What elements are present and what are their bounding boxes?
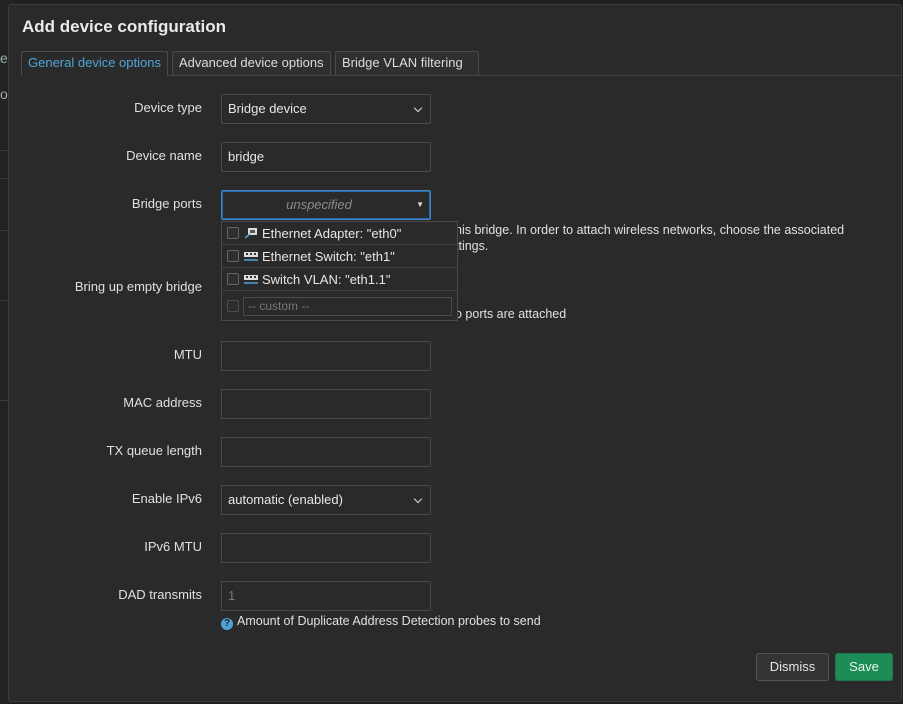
enable-ipv6-value: automatic (enabled) <box>228 492 343 507</box>
dad-transmits-help-text: Amount of Duplicate Address Detection pr… <box>237 614 541 628</box>
dad-transmits-placeholder: 1 <box>228 588 236 603</box>
option-checkbox[interactable] <box>227 250 239 262</box>
enable-ipv6-select[interactable]: automatic (enabled) <box>221 485 431 515</box>
tab-bridge-vlan-filtering[interactable]: Bridge VLAN filtering <box>335 51 479 75</box>
option-checkbox[interactable] <box>227 227 239 239</box>
bridge-ports-dropdown-list: Ethernet Adapter: "eth0" Ethernet Switch… <box>221 221 458 321</box>
mtu-input[interactable] <box>221 341 431 371</box>
dad-transmits-help: ? Amount of Duplicate Address Detection p… <box>221 613 541 630</box>
device-name-input[interactable]: bridge <box>221 142 431 172</box>
mac-address-label: MAC address <box>123 395 202 410</box>
device-type-select[interactable]: Bridge device <box>221 94 431 124</box>
dismiss-button[interactable]: Dismiss <box>756 653 829 681</box>
ethernet-switch-icon <box>244 252 258 261</box>
option-label: Ethernet Switch: "eth1" <box>262 248 395 264</box>
dad-transmits-input[interactable]: 1 <box>221 581 431 611</box>
device-type-label: Device type <box>134 100 202 115</box>
save-button[interactable]: Save <box>835 653 893 681</box>
option-label: Switch VLAN: "eth1.1" <box>262 271 391 287</box>
custom-port-placeholder: -- custom -- <box>248 298 310 313</box>
help-question-icon: ? <box>221 618 233 630</box>
background-fragment: e <box>0 50 8 66</box>
tab-advanced-device-options[interactable]: Advanced device options <box>172 51 331 75</box>
device-name-label: Device name <box>126 148 202 163</box>
ipv6-mtu-input[interactable] <box>221 533 431 563</box>
mtu-label: MTU <box>173 347 202 362</box>
bridge-ports-help-line2: ttings. <box>455 239 489 253</box>
option-label: Ethernet Adapter: "eth0" <box>262 225 402 241</box>
mac-address-input[interactable] <box>221 389 431 419</box>
device-name-value: bridge <box>228 149 265 164</box>
custom-port-input[interactable]: -- custom -- <box>243 296 452 316</box>
add-device-modal: Add device configuration General device … <box>8 4 902 702</box>
modal-title: Add device configuration <box>22 17 227 36</box>
device-type-value: Bridge device <box>228 101 307 116</box>
bridge-ports-dropdown[interactable]: unspecified ▼ <box>221 190 431 220</box>
option-checkbox[interactable] <box>227 273 239 285</box>
dropdown-arrow-icon: ▼ <box>416 200 424 209</box>
ipv6-mtu-label: IPv6 MTU <box>144 539 202 554</box>
enable-ipv6-label: Enable IPv6 <box>131 491 202 506</box>
bridge-ports-placeholder: unspecified <box>286 197 352 212</box>
tab-general-device-options[interactable]: General device options <box>21 51 168 76</box>
dad-transmits-label: DAD transmits <box>118 587 202 602</box>
tx-queue-length-input[interactable] <box>221 437 431 467</box>
dropdown-option-eth0[interactable]: Ethernet Adapter: "eth0" <box>222 222 457 245</box>
switch-vlan-icon <box>244 275 258 284</box>
tx-queue-length-label: TX queue length <box>106 443 202 458</box>
option-checkbox[interactable] <box>227 300 239 312</box>
background-fragment: o <box>0 86 8 102</box>
bridge-ports-help-line1: his bridge. In order to attach wireless … <box>455 223 845 237</box>
dropdown-option-eth1[interactable]: Ethernet Switch: "eth1" <box>222 245 457 268</box>
ethernet-adapter-icon <box>244 228 257 239</box>
tab-bar: General device options Advanced device o… <box>21 51 901 76</box>
dropdown-option-eth1-1[interactable]: Switch VLAN: "eth1.1" <box>222 268 457 291</box>
bring-up-empty-help: o ports are attached <box>455 307 567 321</box>
bridge-ports-label: Bridge ports <box>131 196 202 211</box>
dropdown-option-custom: -- custom -- <box>222 292 457 320</box>
bring-up-empty-label: Bring up empty bridge <box>74 279 202 294</box>
